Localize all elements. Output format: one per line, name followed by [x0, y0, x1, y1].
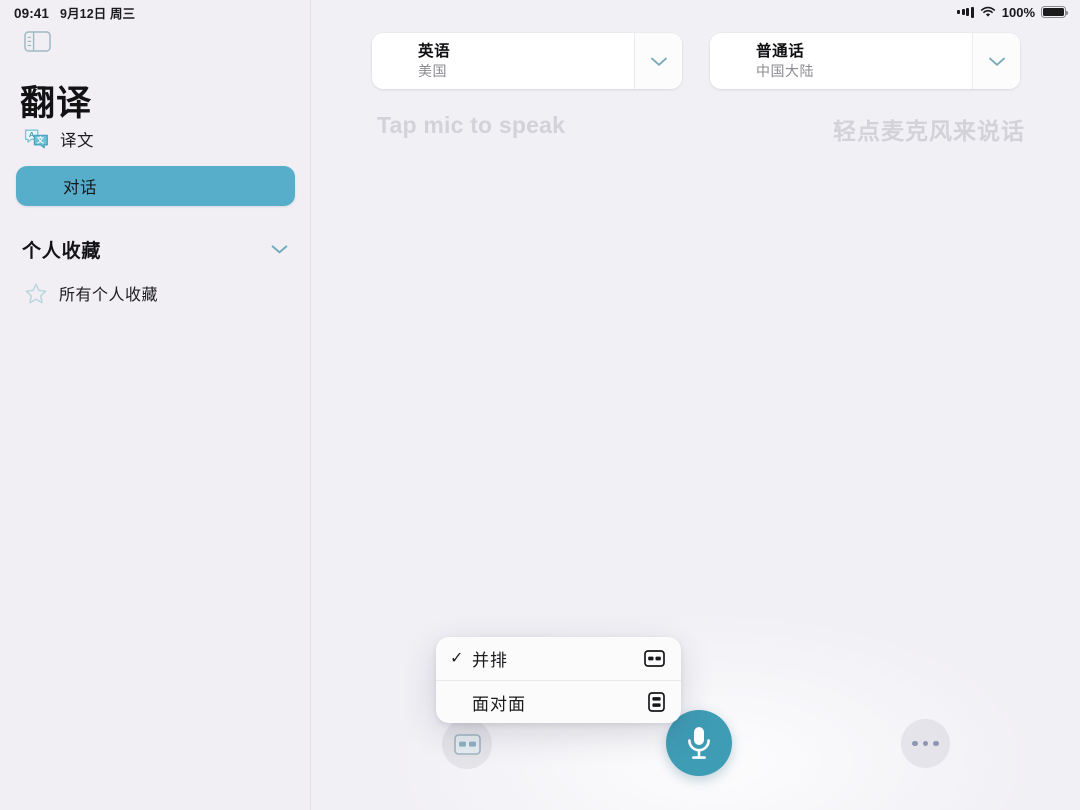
- status-bar: 09:41 9月12日 周三 100%: [0, 0, 1080, 24]
- target-language-text: 普通话 中国大陆: [710, 33, 972, 89]
- target-language-region: 中国大陆: [756, 62, 814, 79]
- language-selector-bar: 英语 美国 普通话 中国大陆: [372, 33, 1020, 89]
- cellular-signal-icon: [956, 6, 974, 18]
- status-bar-left: 09:41 9月12日 周三: [14, 3, 135, 22]
- source-language-selector[interactable]: 英语 美国: [372, 33, 682, 89]
- checkmark-icon: ✓: [450, 649, 464, 667]
- target-language-selector[interactable]: 普通话 中国大陆: [710, 33, 1020, 89]
- battery-percent-label: 100%: [1001, 4, 1035, 20]
- target-prompt-text: 轻点麦克风来说话: [833, 118, 1025, 144]
- chevron-down-icon: [987, 55, 1007, 68]
- status-date: 9月12日 周三: [60, 6, 136, 21]
- target-language-name: 普通话: [756, 43, 805, 61]
- menu-item-face-to-face[interactable]: 面对面: [436, 680, 681, 723]
- sidebar-toggle-icon[interactable]: [24, 31, 51, 52]
- battery-icon: [1041, 6, 1069, 18]
- sidebar-section-title: 个人收藏: [22, 240, 102, 262]
- ellipsis-icon: [912, 740, 939, 747]
- sidebar-item-label: 所有个人收藏: [59, 287, 159, 304]
- microphone-icon: [684, 724, 714, 762]
- translate-bubbles-icon: A 文: [24, 128, 49, 150]
- side-by-side-layout-icon: [644, 650, 665, 667]
- menu-item-label: 并排: [472, 651, 508, 670]
- sidebar-item-translation[interactable]: A 文 译文: [16, 122, 295, 156]
- star-icon: [24, 282, 48, 305]
- chevron-down-icon: [649, 55, 669, 68]
- chevron-down-icon[interactable]: [270, 243, 289, 255]
- svg-text:文: 文: [36, 136, 45, 145]
- sidebar-item-label: 译文: [60, 132, 94, 150]
- sidebar-section-favorites[interactable]: 个人收藏: [16, 234, 295, 264]
- more-options-button[interactable]: [901, 719, 950, 768]
- source-language-name: 英语: [418, 43, 451, 61]
- main-content: 英语 美国 普通话 中国大陆 Tap mic to speak 轻点麦克风来说话…: [312, 0, 1080, 810]
- status-time: 09:41: [14, 5, 50, 21]
- translate-app-window: 09:41 9月12日 周三 100% 翻译 A 文 译文 对话 个人收藏 所有…: [0, 0, 1080, 810]
- menu-item-side-by-side[interactable]: ✓ 并排: [436, 637, 681, 680]
- side-by-side-layout-icon: [453, 733, 481, 755]
- source-prompt-text: Tap mic to speak: [377, 112, 566, 138]
- prompt-row: Tap mic to speak 轻点麦克风来说话: [312, 112, 1080, 150]
- sidebar-item-all-favorites[interactable]: 所有个人收藏: [16, 276, 295, 310]
- source-language-text: 英语 美国: [372, 33, 634, 89]
- target-language-dropdown-button[interactable]: [972, 33, 1020, 89]
- status-bar-right: 100%: [956, 4, 1069, 20]
- layout-mode-menu: ✓ 并排 面对面: [436, 637, 681, 723]
- sidebar-item-label: 对话: [63, 179, 97, 197]
- page-title: 翻译: [20, 84, 93, 123]
- layout-mode-button[interactable]: [442, 719, 492, 769]
- face-to-face-layout-icon: [648, 692, 665, 712]
- source-language-region: 美国: [418, 62, 447, 79]
- menu-item-label: 面对面: [472, 694, 526, 714]
- wifi-icon: [980, 6, 996, 18]
- sidebar: 翻译 A 文 译文 对话 个人收藏 所有个人收藏: [0, 0, 311, 810]
- source-language-dropdown-button[interactable]: [634, 33, 682, 89]
- sidebar-nav: A 文 译文 对话 个人收藏 所有个人收藏: [0, 122, 311, 310]
- sidebar-item-conversation[interactable]: 对话: [16, 166, 295, 206]
